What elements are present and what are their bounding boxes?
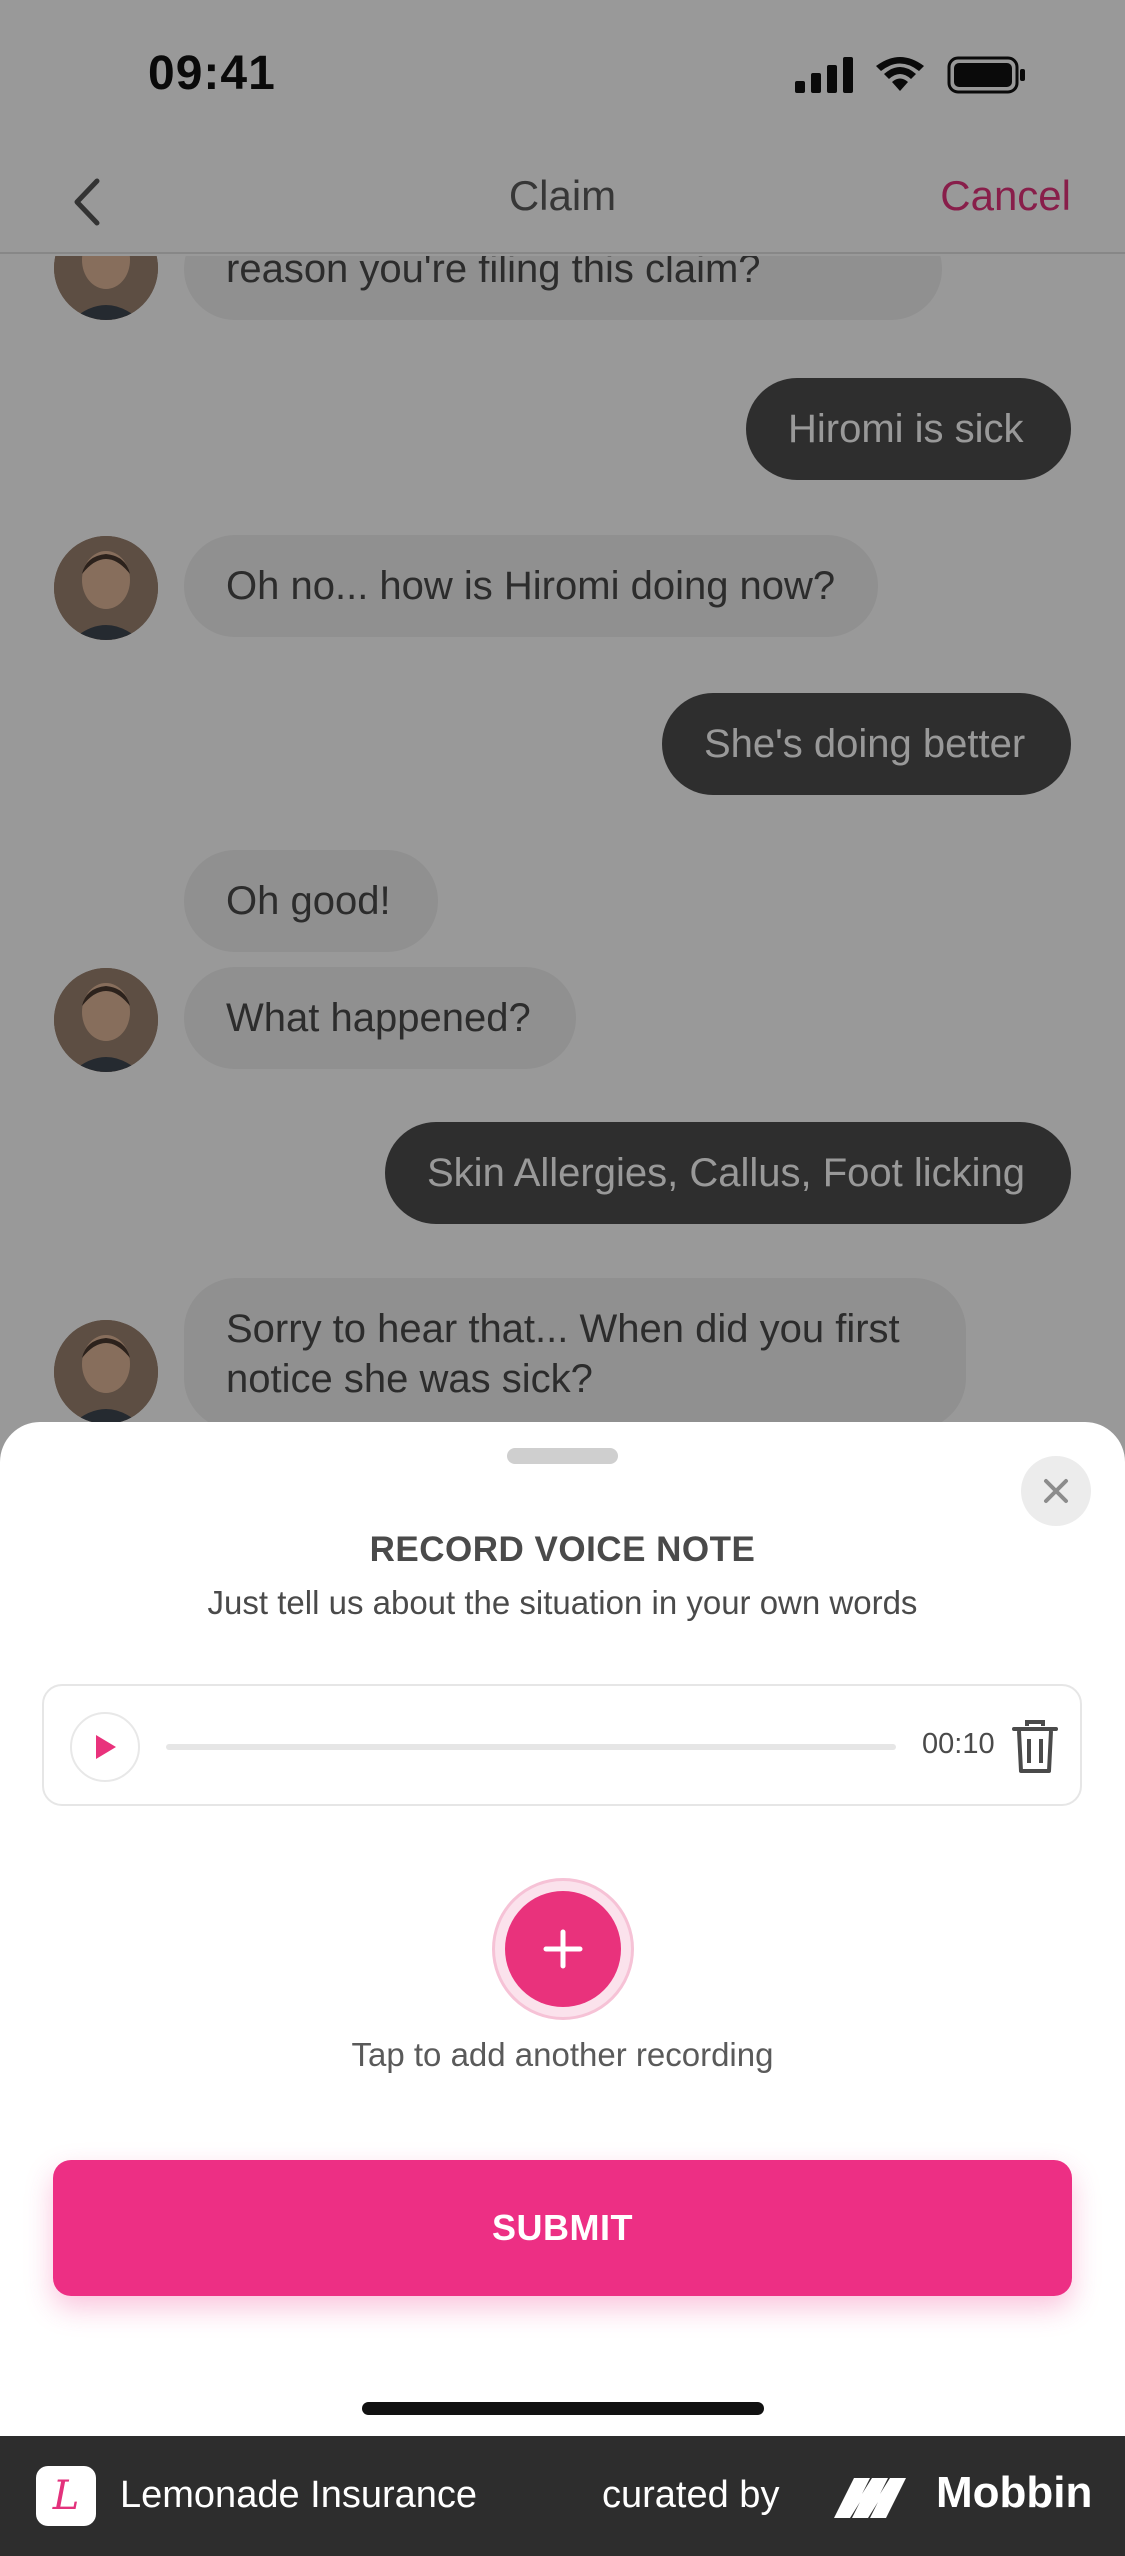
plus-icon <box>543 1929 583 1969</box>
brand-name: Mobbin <box>936 2468 1093 2517</box>
sheet-subtitle: Just tell us about the situation in your… <box>207 1584 918 1621</box>
play-icon <box>96 1735 116 1759</box>
trash-icon <box>1012 1720 1058 1773</box>
submit-button[interactable]: SUBMIT <box>53 2160 1072 2296</box>
app-name: Lemonade Insurance <box>120 2474 478 2516</box>
attribution-footer: L Lemonade Insurance curated by Mobbin <box>0 2436 1125 2556</box>
home-indicator <box>362 2402 764 2415</box>
record-voice-sheet: RECORD VOICE NOTE Just tell us about the… <box>0 1422 1125 2436</box>
add-recording-circle <box>505 1891 621 2007</box>
add-recording-hint: Tap to add another recording <box>351 2036 774 2073</box>
close-icon <box>1044 1479 1068 1503</box>
add-recording-button[interactable] <box>492 1878 634 2020</box>
mobbin-logo-icon <box>834 2478 906 2518</box>
play-button[interactable] <box>70 1712 140 1782</box>
sheet-title: RECORD VOICE NOTE <box>369 1530 756 1569</box>
close-button[interactable] <box>1021 1456 1091 1526</box>
delete-recording-button[interactable] <box>1010 1720 1060 1774</box>
voice-recording-player: 00:10 <box>42 1684 1082 1806</box>
playback-progress[interactable] <box>166 1744 896 1750</box>
lemonade-logo-icon: L <box>36 2466 96 2526</box>
claim-screen: 09:41 Claim Cancel reason you're filing … <box>0 0 1125 2436</box>
sheet-grabber[interactable] <box>507 1448 618 1464</box>
recording-duration: 00:10 <box>922 1728 995 1760</box>
curated-by-label: curated by <box>602 2474 780 2516</box>
